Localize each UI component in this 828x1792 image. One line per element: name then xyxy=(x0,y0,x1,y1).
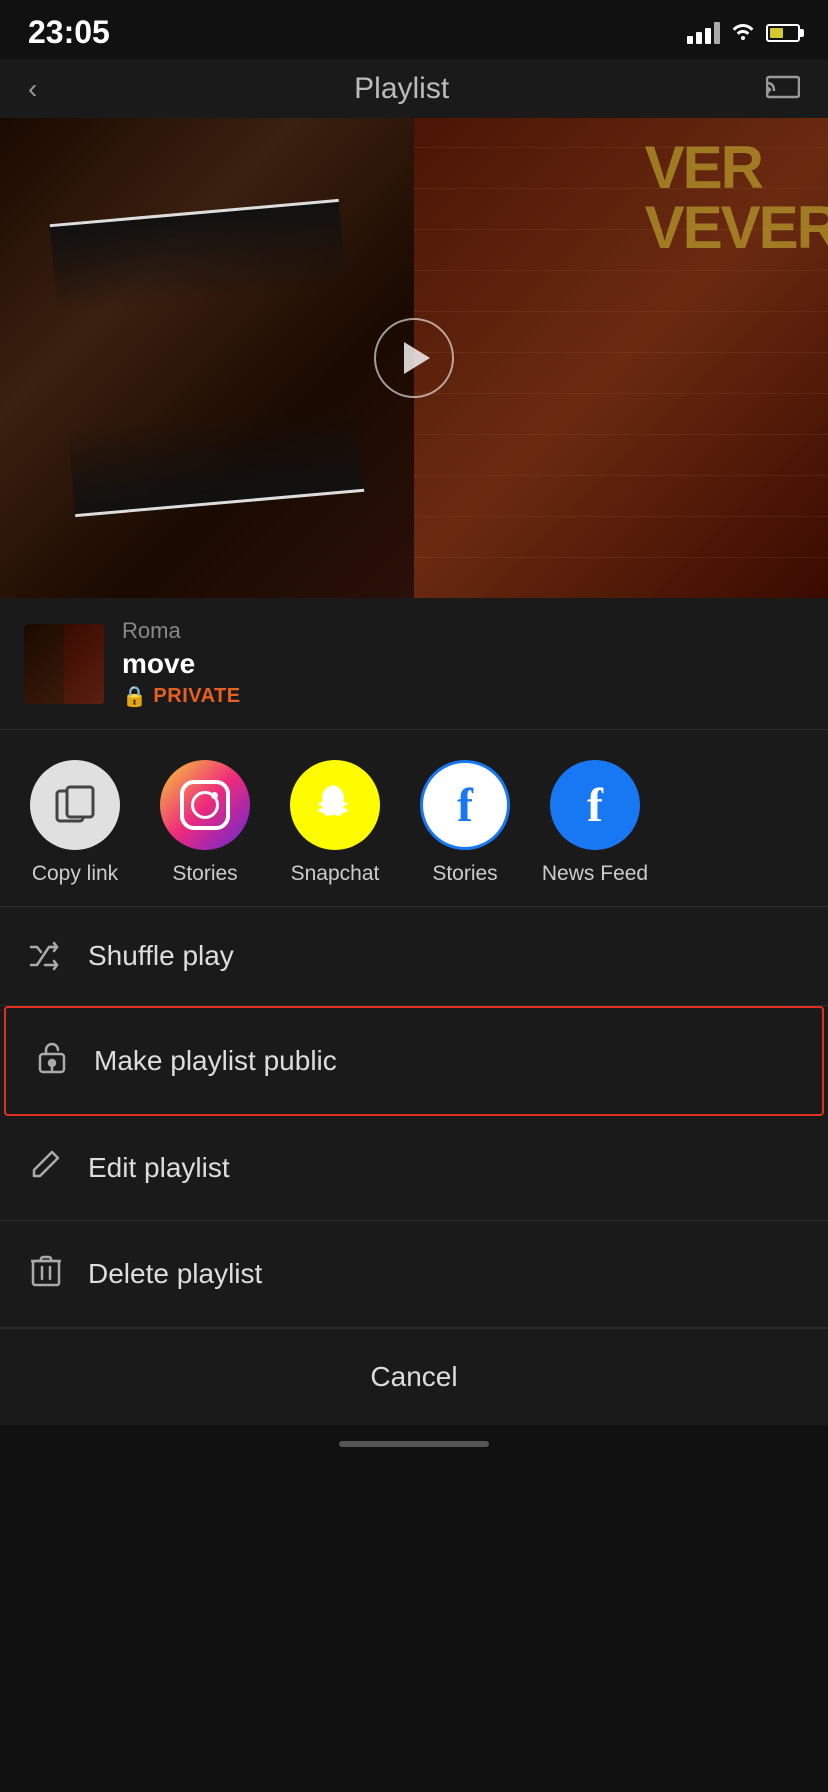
playlist-info: Roma move 🔒 PRIVATE xyxy=(0,598,828,730)
shuffle-play-item[interactable]: Shuffle play xyxy=(0,907,828,1006)
back-button[interactable]: ‹ xyxy=(28,73,37,105)
play-icon xyxy=(404,342,430,374)
snapchat-icon-circle xyxy=(290,760,380,850)
home-bar xyxy=(339,1441,489,1447)
banner-right xyxy=(414,118,828,598)
play-button[interactable] xyxy=(374,318,454,398)
playlist-banner xyxy=(0,118,828,598)
status-icons xyxy=(687,19,800,47)
delete-playlist-item[interactable]: Delete playlist xyxy=(0,1221,828,1328)
signal-icon xyxy=(687,22,720,44)
playlist-privacy: 🔒 PRIVATE xyxy=(122,684,241,709)
instagram-icon xyxy=(180,780,230,830)
edit-playlist-item[interactable]: Edit playlist xyxy=(0,1116,828,1221)
facebook-stories-icon-circle: f xyxy=(420,760,510,850)
facebook-stories-icon: f xyxy=(457,778,473,833)
battery-icon xyxy=(766,24,800,42)
share-facebook-feed[interactable]: f News Feed xyxy=(530,760,660,886)
cast-button[interactable] xyxy=(766,71,800,106)
playlist-meta: Roma move 🔒 PRIVATE xyxy=(122,618,241,709)
header-title: Playlist xyxy=(354,72,449,106)
lock-open-icon xyxy=(34,1040,70,1082)
edit-playlist-label: Edit playlist xyxy=(88,1152,230,1184)
make-public-label: Make playlist public xyxy=(94,1045,337,1077)
instagram-icon-circle xyxy=(160,760,250,850)
playlist-thumbnail xyxy=(24,624,104,704)
facebook-feed-icon: f xyxy=(587,778,603,833)
banner-left xyxy=(0,118,414,598)
edit-icon xyxy=(28,1148,64,1188)
menu-items: Shuffle play Make playlist public Edit p… xyxy=(0,907,828,1328)
facebook-stories-label: Stories xyxy=(432,862,497,886)
status-time: 23:05 xyxy=(28,14,110,51)
status-bar: 23:05 xyxy=(0,0,828,59)
trash-icon xyxy=(28,1253,64,1295)
share-facebook-stories[interactable]: f Stories xyxy=(400,760,530,886)
instagram-stories-label: Stories xyxy=(172,862,237,886)
playlist-creator: Roma xyxy=(122,618,241,644)
copy-link-icon-circle xyxy=(30,760,120,850)
lock-icon: 🔒 xyxy=(122,684,147,709)
facebook-feed-label: News Feed xyxy=(542,862,648,886)
cancel-row[interactable]: Cancel xyxy=(0,1328,828,1425)
share-copy-link[interactable]: Copy link xyxy=(10,760,140,886)
make-playlist-public-item[interactable]: Make playlist public xyxy=(4,1006,824,1116)
shuffle-icon xyxy=(28,939,64,973)
share-row: Copy link Stories Snapchat f Stories f N… xyxy=(0,730,828,907)
wifi-icon xyxy=(730,19,756,47)
share-snapchat[interactable]: Snapchat xyxy=(270,760,400,886)
facebook-feed-icon-circle: f xyxy=(550,760,640,850)
delete-playlist-label: Delete playlist xyxy=(88,1258,262,1290)
header: ‹ Playlist xyxy=(0,59,828,118)
cancel-label: Cancel xyxy=(370,1361,457,1393)
share-instagram-stories[interactable]: Stories xyxy=(140,760,270,886)
copy-link-label: Copy link xyxy=(32,862,118,886)
snapchat-label: Snapchat xyxy=(291,862,380,886)
home-indicator xyxy=(0,1425,828,1463)
privacy-label: PRIVATE xyxy=(153,685,240,708)
shuffle-play-label: Shuffle play xyxy=(88,940,234,972)
playlist-name: move xyxy=(122,648,241,680)
